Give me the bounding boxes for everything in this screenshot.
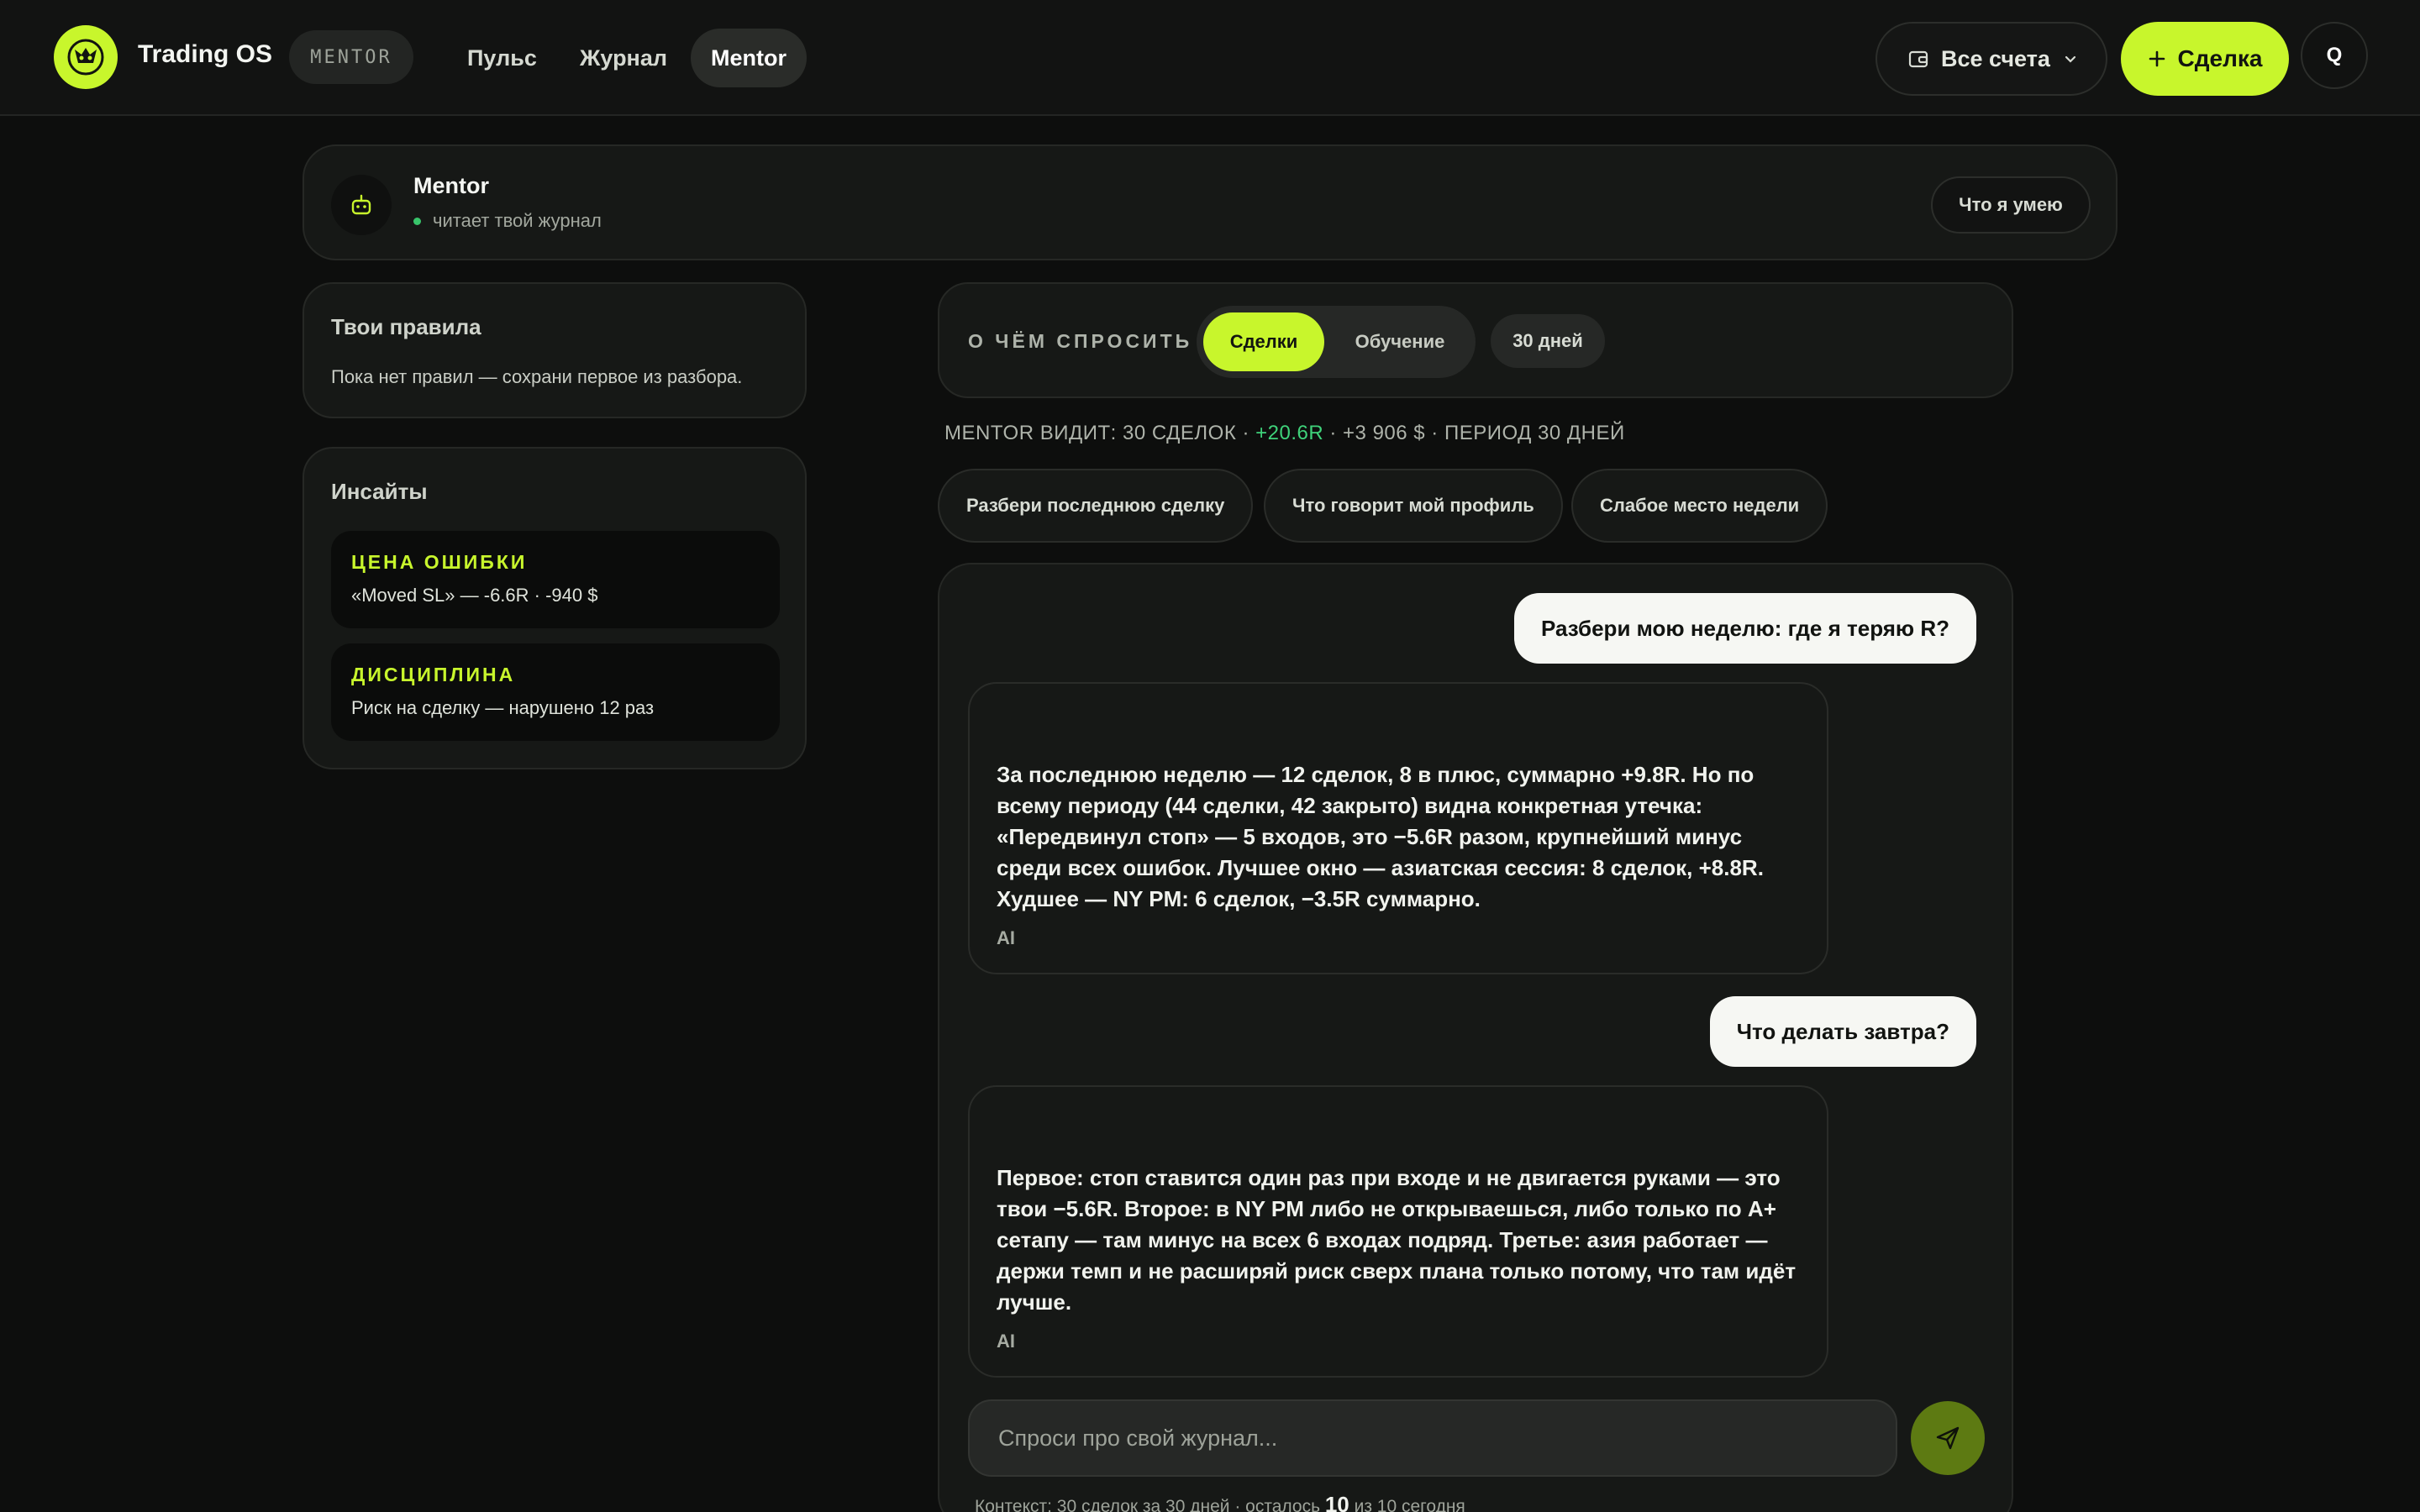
search-button[interactable]: Q [2301, 22, 2368, 89]
quick-prompt-button[interactable]: Что говорит мой профиль [1264, 469, 1563, 543]
wallet-icon [1908, 50, 1928, 68]
robot-icon [331, 175, 392, 235]
ai-message-tag: AI [997, 927, 1015, 948]
nav-tab-journal[interactable]: Журнал [560, 29, 687, 87]
ask-topic-label: О ЧЁМ СПРОСИТЬ [968, 330, 1193, 352]
nav-tab-mentor[interactable]: Mentor [691, 29, 807, 87]
quick-prompt-button[interactable]: Разбери последнюю сделку [938, 469, 1254, 543]
accounts-label: Все счета [1941, 45, 2050, 71]
tab-deals[interactable]: Сделки [1203, 312, 1324, 371]
user-message: Разбери мою неделю: где я теряю R? [1513, 593, 1976, 664]
rules-panel: Твои правила Пока нет правил — сохрани п… [302, 282, 807, 418]
context-suffix: из 10 сегодня [1349, 1497, 1465, 1512]
plus-icon [2149, 50, 2165, 67]
insights-title: Инсайты [331, 479, 428, 504]
rules-empty-text: Пока нет правил — сохрани первое из разб… [331, 366, 743, 387]
rules-title: Твои правила [331, 314, 481, 339]
insight-heading: ДИСЦИПЛИНА [351, 664, 516, 685]
mentor-header-card: Mentor читает твой журнал Что я умею [302, 144, 2118, 260]
send-icon [1936, 1426, 1960, 1450]
insights-panel: Инсайты ЦЕНА ОШИБКИ «Moved SL» — -6.6R ·… [302, 447, 807, 769]
summary-prefix: MENTOR ВИДИТ: 30 СДЕЛОК · [944, 422, 1256, 444]
period-selector[interactable]: 30 дней [1491, 314, 1605, 368]
topic-segmented-control: Сделки Обучение [1197, 306, 1476, 378]
chat-panel: Разбери мою неделю: где я теряю R? За по… [938, 563, 2013, 1512]
context-prefix: Контекст: 30 сделок за 30 дней · осталос… [975, 1497, 1325, 1512]
insight-heading: ЦЕНА ОШИБКИ [351, 551, 528, 573]
quick-prompt-button[interactable]: Слабое место недели [1571, 469, 1828, 543]
accounts-dropdown[interactable]: Все счета [1876, 22, 2107, 96]
chat-input[interactable]: Спроси про свой журнал... [968, 1399, 1897, 1477]
capabilities-button[interactable]: Что я умею [1931, 176, 2091, 234]
ask-topic-bar: О ЧЁМ СПРОСИТЬ Сделки Обучение 30 дней [938, 282, 2013, 398]
tab-learning[interactable]: Обучение [1331, 312, 1469, 371]
chevron-down-icon [2065, 55, 2076, 63]
brand-name: Trading OS [138, 40, 273, 68]
mentor-name: Mentor [413, 173, 489, 198]
logo-icon[interactable] [54, 25, 118, 89]
online-status-dot [413, 217, 421, 225]
new-deal-button[interactable]: Сделка [2121, 22, 2289, 96]
new-deal-label: Сделка [2177, 45, 2263, 71]
user-message: Что делать завтра? [1709, 996, 1976, 1067]
mentor-summary-line: MENTOR ВИДИТ: 30 СДЕЛОК · +20.6R · +3 90… [944, 422, 1625, 445]
context-remaining: 10 [1324, 1492, 1349, 1512]
ai-message: За последнюю неделю — 12 сделок, 8 в плю… [968, 682, 1828, 974]
send-button[interactable] [1911, 1401, 1985, 1475]
insight-text: Риск на сделку — нарушено 12 раз [351, 697, 655, 718]
mode-badge: MENTOR [289, 30, 413, 84]
context-footer: Контекст: 30 сделок за 30 дней · осталос… [975, 1492, 1465, 1512]
insight-card[interactable]: ДИСЦИПЛИНА Риск на сделку — нарушено 12 … [331, 643, 780, 741]
top-navigation-bar: Trading OS MENTOR Пульс Журнал Mentor Вс… [0, 0, 2420, 116]
ai-message: Первое: стоп ставится один раз при входе… [968, 1085, 1828, 1378]
insight-card[interactable]: ЦЕНА ОШИБКИ «Moved SL» — -6.6R · -940 $ [331, 531, 780, 628]
mentor-status: читает твой журнал [413, 210, 602, 232]
ai-message-tag: AI [997, 1331, 1015, 1352]
ai-message-text: Первое: стоп ставится один раз при входе… [997, 1165, 1797, 1315]
mentor-status-text: читает твой журнал [433, 210, 602, 231]
ai-message-text: За последнюю неделю — 12 сделок, 8 в плю… [997, 762, 1764, 911]
insight-text: «Moved SL» — -6.6R · -940 $ [351, 585, 598, 606]
summary-r-value: +20.6R [1255, 422, 1324, 444]
summary-suffix: · +3 906 $ · ПЕРИОД 30 ДНЕЙ [1323, 422, 1625, 444]
nav-tab-pulse[interactable]: Пульс [447, 29, 557, 87]
